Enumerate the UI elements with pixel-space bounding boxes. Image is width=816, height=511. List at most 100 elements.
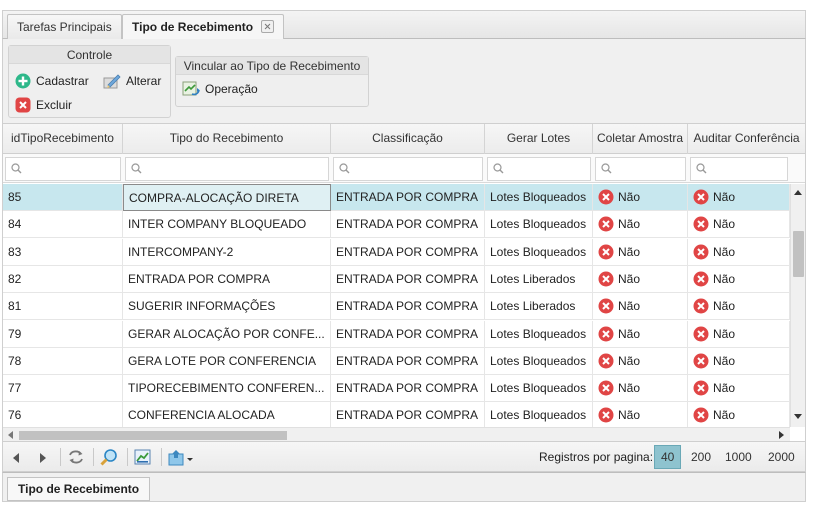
vertical-scrollbar[interactable] <box>790 184 805 427</box>
filter-auditar-input[interactable] <box>711 160 785 178</box>
cell-amostra[interactable]: Não <box>593 211 688 239</box>
cell-auditar[interactable]: Não <box>688 184 790 211</box>
scroll-up-icon[interactable] <box>794 190 802 195</box>
horizontal-scrollbar[interactable] <box>3 427 790 441</box>
alterar-button[interactable]: Alterar <box>103 71 161 91</box>
cell-tipo[interactable]: INTER COMPANY BLOQUEADO <box>123 211 331 239</box>
cell-classificacao[interactable]: ENTRADA POR COMPRA <box>331 320 485 348</box>
cell-lotes[interactable]: Lotes Bloqueados <box>485 347 593 375</box>
page-size-option[interactable]: 1000 <box>719 445 758 469</box>
cell-classificacao[interactable]: ENTRADA POR COMPRA <box>331 293 485 321</box>
cell-lotes[interactable]: Lotes Bloqueados <box>485 211 593 239</box>
cell-classificacao[interactable]: ENTRADA POR COMPRA <box>331 402 485 427</box>
cell-tipo[interactable]: CONFERENCIA ALOCADA <box>123 402 331 427</box>
cell-id[interactable]: 83 <box>3 238 123 266</box>
column-header-coletar-amostra[interactable]: Coletar Amostra <box>593 124 688 154</box>
cell-id[interactable]: 76 <box>3 402 123 427</box>
cell-classificacao[interactable]: ENTRADA POR COMPRA <box>331 347 485 375</box>
table-row[interactable]: 83 INTERCOMPANY-2 ENTRADA POR COMPRA Lotes … <box>3 238 790 266</box>
table-row[interactable]: 81 SUGERIR INFORMAÇÕES ENTRADA POR COMPRA L… <box>3 293 790 321</box>
next-page-icon[interactable] <box>39 452 47 466</box>
scroll-down-icon[interactable] <box>794 414 802 419</box>
previous-page-icon[interactable] <box>12 452 20 466</box>
cell-classificacao[interactable]: ENTRADA POR COMPRA <box>331 211 485 239</box>
refresh-icon[interactable] <box>67 449 85 468</box>
cell-id[interactable]: 79 <box>3 320 123 348</box>
cell-id[interactable]: 82 <box>3 265 123 293</box>
cell-tipo[interactable]: SUGERIR INFORMAÇÕES <box>123 293 331 321</box>
cell-amostra[interactable]: Não <box>593 184 688 211</box>
cell-amostra[interactable]: Não <box>593 402 688 427</box>
cell-id[interactable]: 81 <box>3 293 123 321</box>
column-header-auditar[interactable]: Auditar Conferência <box>688 124 805 154</box>
table-row[interactable]: 84 INTER COMPANY BLOQUEADO ENTRADA POR COM… <box>3 211 790 239</box>
excluir-button[interactable]: Excluir <box>15 95 72 115</box>
cell-lotes[interactable]: Lotes Bloqueados <box>485 184 593 211</box>
cell-lotes[interactable]: Lotes Liberados <box>485 293 593 321</box>
table-row[interactable]: 85 COMPRA-ALOCAÇÃO DIRETA ENTRADA POR COMP… <box>3 184 790 211</box>
column-header-id[interactable]: idTipoRecebimento <box>3 124 123 154</box>
cell-tipo[interactable]: GERA LOTE POR CONFERENCIA <box>123 347 331 375</box>
scroll-left-icon[interactable] <box>8 431 13 439</box>
filter-gerar-lotes-input[interactable] <box>508 160 588 178</box>
cell-classificacao[interactable]: ENTRADA POR COMPRA <box>331 184 485 211</box>
cell-amostra[interactable]: Não <box>593 238 688 266</box>
cell-auditar[interactable]: Não <box>688 238 790 266</box>
cell-auditar[interactable]: Não <box>688 402 790 427</box>
cell-tipo[interactable]: INTERCOMPANY-2 <box>123 238 331 266</box>
page-size-option[interactable]: 2000 <box>762 445 801 469</box>
cell-auditar[interactable]: Não <box>688 320 790 348</box>
table-row[interactable]: 79 GERAR ALOCAÇÃO POR CONFE... ENTRADA POR… <box>3 320 790 348</box>
cell-tipo[interactable]: GERAR ALOCAÇÃO POR CONFE... <box>123 320 331 348</box>
column-header-tipo[interactable]: Tipo do Recebimento <box>123 124 331 154</box>
table-row[interactable]: 76 CONFERENCIA ALOCADA ENTRADA POR COMPRA L… <box>3 402 790 427</box>
cell-auditar[interactable]: Não <box>688 293 790 321</box>
cell-lotes[interactable]: Lotes Bloqueados <box>485 402 593 427</box>
cell-amostra[interactable]: Não <box>593 265 688 293</box>
zoom-search-icon[interactable] <box>100 449 118 469</box>
cadastrar-button[interactable]: Cadastrar <box>15 71 89 91</box>
cell-auditar[interactable]: Não <box>688 265 790 293</box>
cell-classificacao[interactable]: ENTRADA POR COMPRA <box>331 238 485 266</box>
column-header-gerar-lotes[interactable]: Gerar Lotes <box>485 124 593 154</box>
close-icon[interactable] <box>261 20 275 33</box>
cell-id[interactable]: 84 <box>3 211 123 239</box>
page-size-option[interactable]: 40 <box>654 445 682 469</box>
cell-auditar[interactable]: Não <box>688 211 790 239</box>
cell-amostra[interactable]: Não <box>593 293 688 321</box>
cell-lotes[interactable]: Lotes Bloqueados <box>485 238 593 266</box>
table-row[interactable]: 77 TIPORECEBIMENTO CONFEREN... ENTRADA POR… <box>3 375 790 403</box>
export-dropdown-icon[interactable] <box>168 449 194 469</box>
cell-id[interactable]: 77 <box>3 375 123 403</box>
cell-id[interactable]: 85 <box>3 184 123 211</box>
filter-id-input[interactable] <box>26 160 118 178</box>
table-row[interactable]: 78 GERA LOTE POR CONFERENCIA ENTRADA POR C… <box>3 347 790 375</box>
column-header-classificacao[interactable]: Classificação <box>331 124 485 154</box>
cell-amostra[interactable]: Não <box>593 375 688 403</box>
page-size-option[interactable]: 200 <box>685 445 717 469</box>
tab-tipo-de-recebimento[interactable]: Tipo de Recebimento <box>122 14 285 41</box>
cell-amostra[interactable]: Não <box>593 347 688 375</box>
cell-auditar[interactable]: Não <box>688 375 790 403</box>
cell-tipo[interactable]: TIPORECEBIMENTO CONFEREN... <box>123 375 331 403</box>
cell-classificacao[interactable]: ENTRADA POR COMPRA <box>331 265 485 293</box>
filter-coletar-amostra-input[interactable] <box>616 160 683 178</box>
table-row[interactable]: 82 ENTRADA POR COMPRA ENTRADA POR COMPRA Lo… <box>3 265 790 293</box>
cell-tipo[interactable]: ENTRADA POR COMPRA <box>123 265 331 293</box>
vertical-scroll-thumb[interactable] <box>793 231 804 277</box>
tab-tarefas-principais[interactable]: Tarefas Principais <box>7 14 122 40</box>
scroll-right-icon[interactable] <box>779 431 784 439</box>
bottom-tab-tipo-de-recebimento[interactable]: Tipo de Recebimento <box>7 477 151 501</box>
cell-amostra[interactable]: Não <box>593 320 688 348</box>
horizontal-scroll-thumb[interactable] <box>19 431 287 440</box>
filter-tipo-input[interactable] <box>146 160 326 178</box>
cell-classificacao[interactable]: ENTRADA POR COMPRA <box>331 375 485 403</box>
cell-auditar[interactable]: Não <box>688 347 790 375</box>
chart-icon[interactable] <box>134 449 152 468</box>
cell-lotes[interactable]: Lotes Bloqueados <box>485 320 593 348</box>
operacao-button[interactable]: Operação <box>182 79 258 99</box>
cell-lotes[interactable]: Lotes Liberados <box>485 265 593 293</box>
cell-tipo[interactable]: COMPRA-ALOCAÇÃO DIRETA <box>123 184 331 211</box>
filter-classificacao-input[interactable] <box>354 160 480 178</box>
cell-id[interactable]: 78 <box>3 347 123 375</box>
